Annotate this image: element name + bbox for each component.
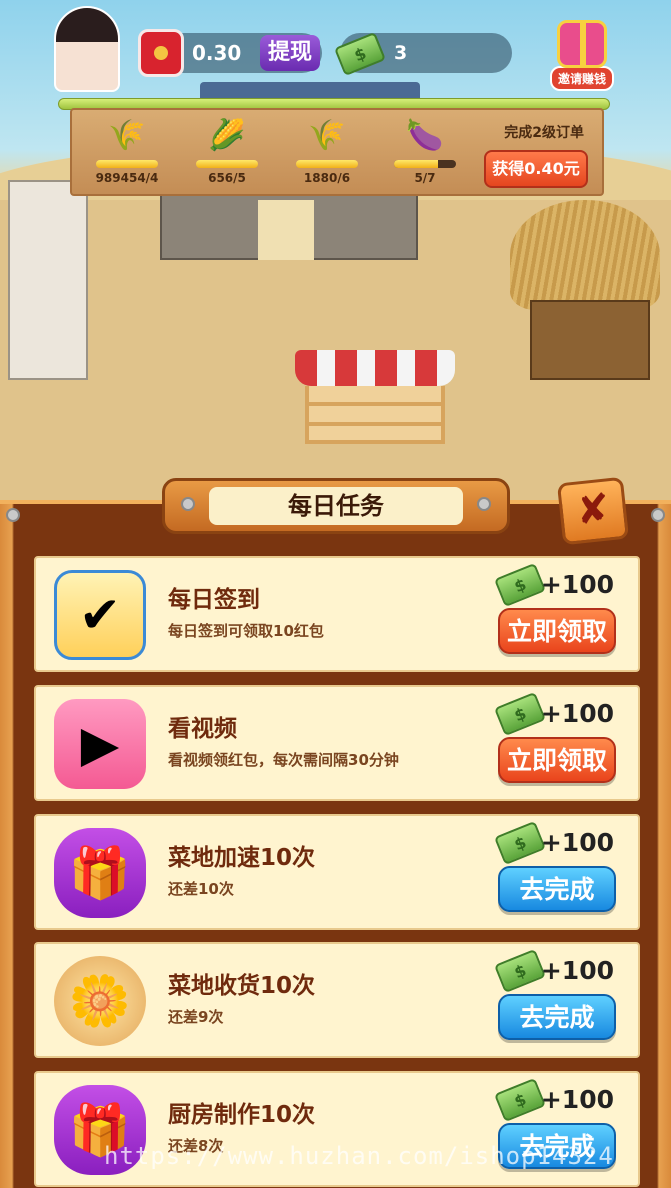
crop-progress-fill — [296, 160, 358, 168]
straw-hut-wall — [530, 300, 650, 380]
go-complete-button[interactable]: 去完成 — [498, 866, 616, 912]
coin-value: 3 — [394, 42, 408, 64]
crop-slot-wheat[interactable]: 🌾 989454/4 — [82, 116, 172, 194]
claim-button[interactable]: 立即领取 — [498, 737, 616, 783]
task-title: 厨房制作10次 — [168, 1102, 316, 1128]
claim-button[interactable]: 立即领取 — [498, 608, 616, 654]
crop-progress-bar — [296, 160, 358, 168]
corn-icon: 🌽 — [208, 118, 246, 153]
close-button[interactable]: ✘ — [556, 476, 630, 546]
money-icon: $ — [493, 1077, 547, 1123]
stall-table — [305, 386, 445, 444]
flower-basket-icon: 🌼 — [54, 956, 146, 1046]
task-title: 菜地加速10次 — [168, 845, 316, 871]
grain-icon: 🌾 — [308, 118, 346, 153]
tv-icon: ▶ — [54, 699, 146, 789]
market-stall[interactable] — [295, 350, 455, 446]
money-icon: $ — [493, 691, 547, 737]
crop-progress-bar — [394, 160, 456, 168]
coin-balance: $ 3 — [333, 31, 512, 77]
player-avatar[interactable] — [54, 6, 120, 92]
crop-slot-corn[interactable]: 🌽 656/5 — [182, 116, 272, 194]
farmhouse[interactable] — [160, 194, 418, 260]
farmhouse-door — [258, 200, 314, 260]
task-reward: $ +100 — [493, 820, 614, 866]
task-description: 还差10次 — [168, 880, 234, 898]
straw-hut[interactable] — [510, 200, 660, 380]
red-packet-icon — [138, 29, 184, 77]
reward-value: +100 — [540, 570, 614, 599]
crop-progress-fill — [96, 160, 158, 168]
wheat-icon: 🌾 — [108, 118, 146, 153]
watermark: https://www.huzhan.com/ishop14324 — [104, 1142, 614, 1170]
eggplant-icon: 🍆 — [406, 118, 444, 153]
go-complete-button[interactable]: 去完成 — [498, 994, 616, 1040]
money-icon: $ — [493, 948, 547, 994]
cash-value: 0.30 — [192, 41, 242, 65]
bolt-icon — [651, 508, 665, 522]
crop-slot-grain[interactable]: 🌾 1880/6 — [282, 116, 372, 194]
order-reward-button[interactable]: 获得0.40元 — [484, 150, 588, 188]
gift-box-icon: 🎁 — [54, 828, 146, 918]
task-title: 菜地收货10次 — [168, 973, 316, 999]
stall-awning — [295, 350, 455, 386]
crop-count: 656/5 — [208, 171, 246, 185]
withdraw-button[interactable]: 提现 — [260, 35, 320, 71]
task-description: 每日签到可领取10红包 — [168, 622, 324, 640]
money-icon: $ — [493, 562, 547, 608]
reward-value: +100 — [540, 1085, 614, 1114]
straw-hut-roof — [510, 200, 660, 310]
crop-count: 989454/4 — [95, 171, 159, 185]
cash-balance: 0.30 提现 — [138, 29, 322, 77]
task-item: ✔ 每日签到 每日签到可领取10红包 $ +100 立即领取 — [34, 556, 640, 672]
panel-title: 每日任务 — [209, 487, 463, 525]
gift-icon — [557, 20, 607, 68]
crop-count: 5/7 — [414, 171, 436, 185]
task-item: 🎁 菜地加速10次 还差10次 $ +100 去完成 — [34, 814, 640, 930]
task-reward: $ +100 — [493, 691, 614, 737]
invite-label: 邀请赚钱 — [549, 66, 614, 91]
order-title: 完成2级订单 — [504, 125, 584, 141]
task-description: 还差9次 — [168, 1008, 224, 1026]
invite-button[interactable]: 邀请赚钱 — [546, 20, 618, 92]
task-item: ▶ 看视频 看视频领红包，每次需间隔30分钟 $ +100 立即领取 — [34, 685, 640, 801]
task-title: 看视频 — [168, 716, 237, 742]
task-reward: $ +100 — [493, 562, 614, 608]
task-description: 看视频领红包，每次需间隔30分钟 — [168, 751, 399, 769]
task-reward: $ +100 — [493, 948, 614, 994]
crop-progress-bar — [96, 160, 158, 168]
bolt-icon — [6, 508, 20, 522]
crop-progress-bar — [196, 160, 258, 168]
bolt-icon — [477, 497, 491, 511]
crop-slot-eggplant[interactable]: 🍆 5/7 — [380, 116, 470, 194]
crop-count: 1880/6 — [303, 171, 351, 185]
reward-value: +100 — [540, 956, 614, 985]
order-board: 🌾 989454/4 🌽 656/5 🌾 1880/6 🍆 5/7 完成2级订单… — [70, 108, 604, 196]
crop-progress-fill — [196, 160, 258, 168]
task-item: 🌼 菜地收货10次 还差9次 $ +100 去完成 — [34, 942, 640, 1058]
reward-value: +100 — [540, 699, 614, 728]
panel-title-plaque: 每日任务 — [162, 478, 510, 534]
crop-progress-fill — [394, 160, 439, 168]
task-reward: $ +100 — [493, 1077, 614, 1123]
daily-tasks-panel: 每日任务 ✘ ✔ 每日签到 每日签到可领取10红包 $ +100 立即领取 ▶ … — [0, 476, 671, 1188]
task-title: 每日签到 — [168, 587, 260, 613]
money-icon: $ — [493, 820, 547, 866]
reward-value: +100 — [540, 828, 614, 857]
stone-oven[interactable] — [8, 180, 88, 380]
calendar-icon: ✔ — [54, 570, 146, 660]
bolt-icon — [181, 497, 195, 511]
